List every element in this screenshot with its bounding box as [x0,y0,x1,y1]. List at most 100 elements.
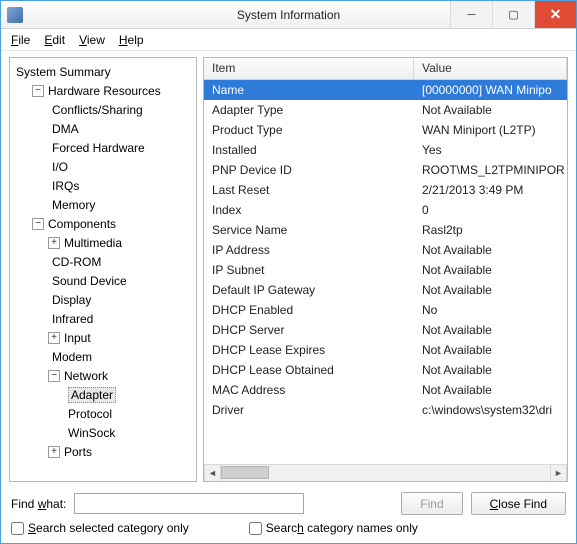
tree-components[interactable]: − Components [10,214,196,233]
collapse-icon[interactable]: − [48,370,60,382]
tree-item[interactable]: CD-ROM [10,252,196,271]
tree-item[interactable]: Display [10,290,196,309]
tree-label: Multimedia [64,236,122,250]
list-row[interactable]: Product TypeWAN Miniport (L2TP) [204,120,567,140]
list-row[interactable]: InstalledYes [204,140,567,160]
scroll-left-icon[interactable]: ◄ [204,465,221,481]
tree-item[interactable]: Modem [10,347,196,366]
tree-label: Sound Device [52,274,127,288]
list-body[interactable]: Name[00000000] WAN MinipoAdapter TypeNot… [204,80,567,464]
cell-value: Not Available [414,323,567,337]
cell-value: Not Available [414,103,567,117]
list-row[interactable]: Service NameRasl2tp [204,220,567,240]
scroll-right-icon[interactable]: ► [550,465,567,481]
search-names-only[interactable]: Search category names only [249,521,418,535]
expand-icon[interactable]: + [48,332,60,344]
list-header: Item Value [204,58,567,80]
list-row[interactable]: MAC AddressNot Available [204,380,567,400]
list-row[interactable]: Driverc:\windows\system32\dri [204,400,567,420]
tree-system-summary[interactable]: System Summary [10,62,196,81]
search-selected-checkbox[interactable] [11,522,24,535]
cell-value: Yes [414,143,567,157]
search-names-checkbox[interactable] [249,522,262,535]
list-row[interactable]: Index0 [204,200,567,220]
close-find-button[interactable]: Close Find [471,492,566,515]
cell-item: Index [204,203,414,217]
search-selected-only[interactable]: Search selected category only [11,521,189,535]
list-row[interactable]: IP AddressNot Available [204,240,567,260]
menubar: File Edit View Help [1,29,576,51]
list-row[interactable]: DHCP ServerNot Available [204,320,567,340]
list-row[interactable]: DHCP Lease ExpiresNot Available [204,340,567,360]
tree-item[interactable]: I/O [10,157,196,176]
tree-item[interactable]: Forced Hardware [10,138,196,157]
tree-item[interactable]: IRQs [10,176,196,195]
tree-hardware-resources[interactable]: − Hardware Resources [10,81,196,100]
tree-item[interactable]: DMA [10,119,196,138]
cell-item: Adapter Type [204,103,414,117]
column-header-item[interactable]: Item [204,58,414,79]
tree-label: Protocol [68,407,112,421]
tree-item[interactable]: WinSock [10,423,196,442]
tree-label: Conflicts/Sharing [52,103,143,117]
tree-item[interactable]: + Input [10,328,196,347]
menu-view[interactable]: View [73,31,111,49]
list-row[interactable]: IP SubnetNot Available [204,260,567,280]
list-row[interactable]: PNP Device IDROOT\MS_L2TPMINIPOR [204,160,567,180]
menu-file[interactable]: File [5,31,36,49]
menu-help[interactable]: Help [113,31,150,49]
tree-label: Memory [52,198,95,212]
tree-item[interactable]: Sound Device [10,271,196,290]
cell-item: IP Address [204,243,414,257]
tree-item[interactable]: Conflicts/Sharing [10,100,196,119]
list-row[interactable]: Default IP GatewayNot Available [204,280,567,300]
tree-label: WinSock [68,426,115,440]
menu-edit[interactable]: Edit [38,31,71,49]
app-icon [7,7,23,23]
cell-item: IP Subnet [204,263,414,277]
tree-label: System Summary [16,65,111,79]
tree-network[interactable]: − Network [10,366,196,385]
tree-item[interactable]: + Multimedia [10,233,196,252]
cell-item: PNP Device ID [204,163,414,177]
tree-item[interactable]: Adapter [10,385,196,404]
find-input[interactable] [74,493,304,514]
close-button[interactable]: ✕ [534,1,576,28]
minimize-button[interactable]: ─ [450,1,492,28]
cell-item: DHCP Lease Expires [204,343,414,357]
search-options: Search selected category only Search cat… [1,519,576,543]
tree-label: IRQs [52,179,79,193]
list-row[interactable]: Name[00000000] WAN Minipo [204,80,567,100]
expand-icon[interactable]: + [48,446,60,458]
tree-item[interactable]: Protocol [10,404,196,423]
tree-label: Input [64,331,91,345]
expand-icon[interactable]: + [48,237,60,249]
tree-label: Hardware Resources [48,84,161,98]
tree-label: Network [64,369,108,383]
collapse-icon[interactable]: − [32,218,44,230]
find-button[interactable]: Find [401,492,462,515]
cell-item: Name [204,83,414,97]
collapse-icon[interactable]: − [32,85,44,97]
tree-label: Forced Hardware [52,141,145,155]
tree-item[interactable]: Infrared [10,309,196,328]
tree-label: Ports [64,445,92,459]
scroll-thumb[interactable] [221,466,269,479]
maximize-button[interactable]: ▢ [492,1,534,28]
column-header-value[interactable]: Value [414,58,567,79]
tree-pane[interactable]: System Summary − Hardware Resources Conf… [9,57,197,482]
list-row[interactable]: DHCP EnabledNo [204,300,567,320]
tree-item[interactable]: Memory [10,195,196,214]
list-row[interactable]: DHCP Lease ObtainedNot Available [204,360,567,380]
find-label: Find what: [11,497,66,511]
tree-label: Adapter [68,387,116,403]
cell-value: Not Available [414,283,567,297]
list-row[interactable]: Adapter TypeNot Available [204,100,567,120]
list-row[interactable]: Last Reset2/21/2013 3:49 PM [204,180,567,200]
tree-ports[interactable]: + Ports [10,442,196,461]
cell-item: DHCP Lease Obtained [204,363,414,377]
tree-label: Modem [52,350,92,364]
horizontal-scrollbar[interactable]: ◄ ► [204,464,567,481]
scroll-track[interactable] [221,465,550,481]
cell-item: MAC Address [204,383,414,397]
